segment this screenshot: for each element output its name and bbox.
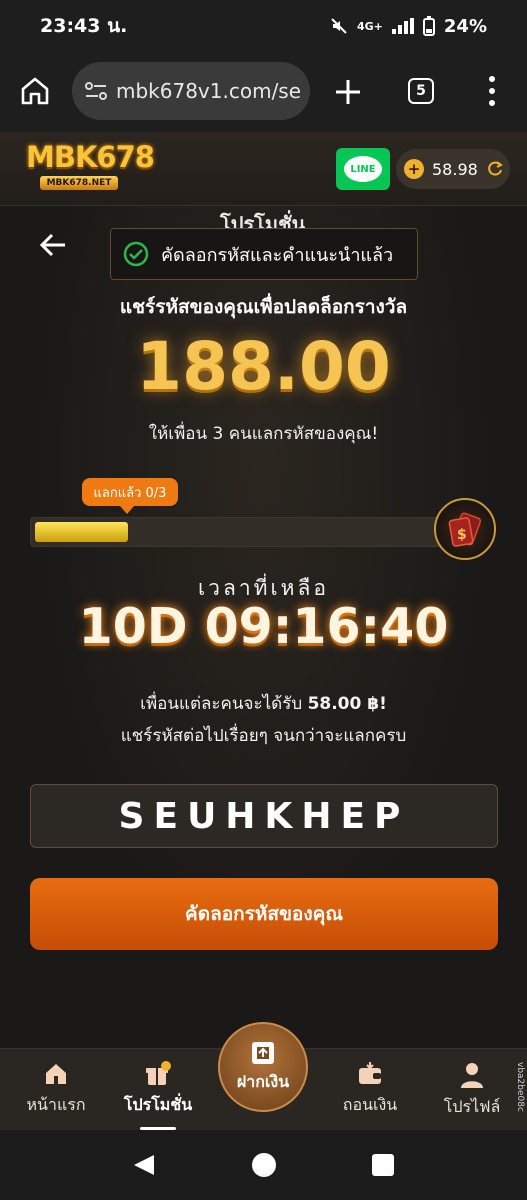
nav-label-home: หน้าแรก bbox=[26, 1095, 86, 1114]
reward-ticket-icon: $ bbox=[434, 498, 496, 560]
app-header: MBK678 MBK678.NET LINE + 58.98 bbox=[0, 132, 527, 206]
system-navigation-bar bbox=[0, 1130, 527, 1200]
friend-reward-info: เพื่อนแต่ละคนจะได้รับ 58.00 ฿! bbox=[0, 690, 527, 717]
nav-item-home[interactable]: หน้าแรก bbox=[8, 1061, 104, 1118]
wallet-icon bbox=[359, 1062, 381, 1084]
network-type: 4G+ bbox=[357, 19, 383, 33]
referral-code-box[interactable]: SEUHKHEP bbox=[30, 784, 498, 848]
reward-amount: 188.00 bbox=[136, 328, 391, 405]
site-logo[interactable]: MBK678 MBK678.NET bbox=[26, 140, 155, 194]
redeemed-count-badge: แลกแล้ว 0/3 bbox=[82, 478, 178, 514]
svg-text:$: $ bbox=[457, 527, 467, 543]
deposit-label: ฝากเงิน bbox=[236, 1071, 290, 1091]
balance-pill: + 58.98 bbox=[396, 149, 510, 189]
home-icon bbox=[46, 1064, 66, 1084]
system-back-icon[interactable] bbox=[132, 1153, 156, 1177]
promo-share-page: โปรโมชั่น คัดลอกรหัสและคำแนะนำแล้ว แชร์ร… bbox=[0, 206, 527, 1048]
nav-label-promotions: โปรโมชั่น bbox=[123, 1095, 193, 1114]
address-bar[interactable]: mbk678v1.com/se bbox=[72, 62, 310, 120]
browser-toolbar: mbk678v1.com/se 5 bbox=[0, 52, 527, 132]
system-recents-icon[interactable] bbox=[372, 1154, 394, 1176]
invite-progress-bar bbox=[30, 517, 464, 547]
share-title: แชร์รหัสของคุณเพื่อปลดล็อกรางวัล bbox=[119, 296, 408, 318]
countdown-timer: 10D 09:16:40 bbox=[78, 598, 449, 655]
line-icon: LINE bbox=[344, 156, 382, 182]
nav-item-profile[interactable]: โปรไฟล์ bbox=[424, 1061, 520, 1120]
line-contact-button[interactable]: LINE bbox=[336, 148, 390, 190]
version-tag: vba2be08c bbox=[515, 1062, 525, 1112]
browser-menu-icon[interactable] bbox=[488, 76, 496, 106]
copy-code-button[interactable]: คัดลอกรหัสของคุณ bbox=[30, 878, 498, 950]
check-circle-icon bbox=[123, 241, 149, 267]
deposit-button[interactable]: ฝากเงิน bbox=[218, 1022, 308, 1112]
status-bar: 23:43 น. 4G+ 24% bbox=[0, 0, 527, 52]
friend-reward-amount: 58.00 ฿! bbox=[307, 694, 387, 714]
balance-amount: 58.98 bbox=[432, 159, 478, 179]
browser-home-icon[interactable] bbox=[20, 76, 50, 106]
logo-text: MBK678 bbox=[26, 140, 155, 174]
status-icons: 4G+ 24% bbox=[330, 16, 487, 37]
copied-toast: คัดลอกรหัสและคำแนะนำแล้ว bbox=[110, 228, 418, 280]
tab-switcher-button[interactable]: 5 bbox=[408, 78, 434, 104]
site-settings-icon[interactable] bbox=[84, 80, 108, 102]
keep-sharing-info: แชร์รหัสต่อไปเรื่อยๆ จนกว่าจะแลกครบ bbox=[120, 726, 407, 746]
mute-icon bbox=[331, 18, 347, 34]
nav-item-withdraw[interactable]: ถอนเงิน bbox=[322, 1061, 418, 1118]
nav-item-promotions[interactable]: โปรโมชั่น bbox=[110, 1061, 206, 1118]
add-balance-icon[interactable]: + bbox=[404, 159, 424, 179]
url-text: mbk678v1.com/se bbox=[116, 79, 302, 103]
new-tab-icon[interactable] bbox=[334, 78, 362, 106]
refresh-icon[interactable] bbox=[486, 160, 504, 178]
friend-reward-prefix: เพื่อนแต่ละคนจะได้รับ bbox=[140, 694, 303, 714]
logo-subtext: MBK678.NET bbox=[40, 176, 118, 190]
gift-icon bbox=[146, 1061, 171, 1085]
toast-message: คัดลอกรหัสและคำแนะนำแล้ว bbox=[161, 244, 394, 266]
signal-icon bbox=[391, 18, 414, 34]
back-arrow-icon[interactable] bbox=[38, 230, 68, 260]
system-home-icon[interactable] bbox=[252, 1153, 276, 1177]
nav-label-profile: โปรไฟล์ bbox=[443, 1097, 501, 1116]
invite-instruction: ให้เพื่อน 3 คนแลกรหัสของคุณ! bbox=[148, 424, 379, 444]
battery-percent: 24% bbox=[443, 15, 487, 37]
battery-icon bbox=[422, 16, 435, 36]
status-time: 23:43 น. bbox=[40, 15, 128, 37]
deposit-icon bbox=[252, 1041, 274, 1064]
user-icon bbox=[461, 1063, 483, 1088]
nav-label-withdraw: ถอนเงิน bbox=[342, 1095, 398, 1114]
progress-fill bbox=[35, 522, 128, 542]
